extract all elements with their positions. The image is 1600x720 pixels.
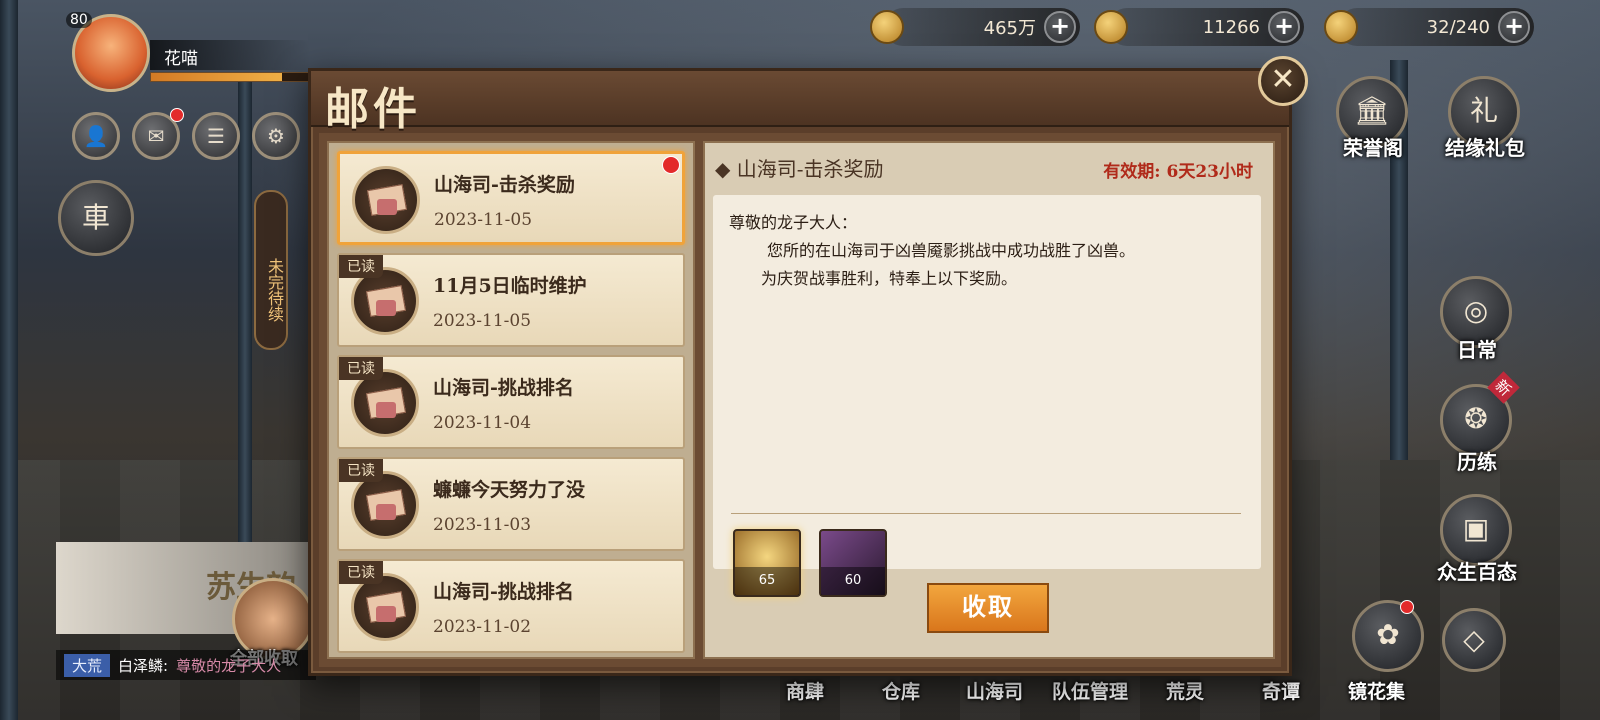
mail-item-date: 2023-11-05 bbox=[434, 210, 533, 230]
expiry-label: 有效期: bbox=[1103, 162, 1161, 182]
reward-gold-token-icon[interactable]: 65 bbox=[733, 529, 801, 597]
settings-button[interactable]: ⚙ bbox=[252, 112, 300, 160]
chat-sender: 白泽鳞: bbox=[118, 656, 169, 675]
jade-resource: 11266 + bbox=[1094, 8, 1304, 46]
read-tag: 已读 bbox=[339, 561, 383, 584]
pending-lock-panel: 未完待续 bbox=[254, 190, 288, 350]
mail-item-date: 2023-11-02 bbox=[433, 617, 532, 637]
jade-icon bbox=[1094, 10, 1128, 44]
training-label: 历练 bbox=[1457, 450, 1497, 474]
reward-gauntlet-icon[interactable]: 60 bbox=[819, 529, 887, 597]
mail-item-subject: 山海司-挑战排名 bbox=[433, 581, 574, 603]
mail-item-date: 2023-11-03 bbox=[433, 515, 532, 535]
mail-item[interactable]: 已读 山海司-挑战排名 2023-11-04 bbox=[337, 355, 685, 449]
coin-icon bbox=[870, 10, 904, 44]
nav-mirror[interactable]: 镜花集 bbox=[1348, 677, 1405, 704]
player-level: 80 bbox=[66, 12, 92, 28]
mail-notification-dot bbox=[170, 108, 184, 122]
nav-tales[interactable]: 奇谭 bbox=[1262, 677, 1300, 704]
exp-bar bbox=[150, 72, 320, 82]
detail-expiry: 有效期: 6天23小时 bbox=[1103, 157, 1253, 182]
mail-item[interactable]: 山海司-击杀奖励 2023-11-05 bbox=[337, 151, 685, 245]
mail-content: 尊敬的龙子大人： 您所的在山海司于凶兽魇影挑战中成功战胜了凶兽。 为庆贺战事胜利… bbox=[713, 195, 1261, 597]
mail-item-subject: 山海司-击杀奖励 bbox=[434, 174, 575, 196]
coin-value: 465万 bbox=[983, 18, 1036, 39]
expiry-value: 6天23小时 bbox=[1166, 162, 1254, 182]
reward-count: 65 bbox=[735, 567, 799, 595]
mail-line: 为庆贺战事胜利，特奉上以下奖励。 bbox=[761, 269, 1018, 288]
extra-menu-button[interactable]: ◇ bbox=[1442, 608, 1506, 672]
car-button[interactable]: 車 bbox=[58, 180, 134, 256]
add-jade-button[interactable]: + bbox=[1268, 11, 1300, 43]
mirror-notification-dot bbox=[1400, 600, 1414, 614]
mail-line: 您所的在山海司于凶兽魇影挑战中成功战胜了凶兽。 bbox=[767, 241, 1136, 260]
mail-item-date: 2023-11-04 bbox=[433, 413, 532, 433]
mail-item-subject: 11月5日临时维护 bbox=[433, 275, 587, 297]
gift-pack-label: 结缘礼包 bbox=[1445, 136, 1525, 160]
mail-item-subject: 山海司-挑战排名 bbox=[433, 377, 574, 399]
mail-dialog: 邮件 山海司-击杀奖励 2023-11-05 已读 11月5日临时维护 2023… bbox=[308, 68, 1292, 676]
honor-hall-label: 荣誉阁 bbox=[1343, 136, 1403, 160]
stamina-resource: 32/240 + bbox=[1324, 8, 1534, 46]
claim-button[interactable]: 收取 bbox=[927, 583, 1049, 633]
friends-button[interactable]: 👤 bbox=[72, 112, 120, 160]
add-coin-button[interactable]: + bbox=[1044, 11, 1076, 43]
jade-value: 11266 bbox=[1202, 16, 1260, 38]
envelope-icon bbox=[352, 166, 420, 234]
chat-message: 尊敬的龙子大人 bbox=[176, 656, 282, 675]
nav-warehouse[interactable]: 仓库 bbox=[882, 677, 920, 704]
player-name: 花喵 bbox=[150, 40, 310, 70]
unread-dot bbox=[662, 156, 680, 174]
pending-label: 未完待续 bbox=[265, 258, 284, 322]
detail-subject: ◆ 山海司-击杀奖励 bbox=[715, 157, 884, 181]
stamina-icon bbox=[1324, 10, 1358, 44]
stamina-value: 32/240 bbox=[1426, 16, 1490, 38]
people-label: 众生百态 bbox=[1437, 560, 1517, 584]
reward-count: 60 bbox=[821, 567, 885, 595]
mail-title: 邮件 bbox=[325, 84, 421, 135]
read-tag: 已读 bbox=[339, 357, 383, 380]
mail-detail: ◆ 山海司-击杀奖励 有效期: 6天23小时 尊敬的龙子大人： 您所的在山海司于… bbox=[703, 141, 1275, 659]
chat-bar[interactable]: 大荒 白泽鳞: 尊敬的龙子大人 bbox=[56, 650, 316, 680]
content-divider bbox=[731, 513, 1241, 514]
mail-item[interactable]: 已读 11月5日临时维护 2023-11-05 bbox=[337, 253, 685, 347]
read-tag: 已读 bbox=[339, 255, 383, 278]
chat-channel: 大荒 bbox=[64, 653, 111, 677]
mail-list[interactable]: 山海司-击杀奖励 2023-11-05 已读 11月5日临时维护 2023-11… bbox=[327, 141, 695, 659]
scene-pillar bbox=[0, 0, 18, 720]
read-tag: 已读 bbox=[339, 459, 383, 482]
daily-label: 日常 bbox=[1457, 338, 1497, 362]
mail-dialog-body: 山海司-击杀奖励 2023-11-05 已读 11月5日临时维护 2023-11… bbox=[319, 133, 1281, 667]
nav-team[interactable]: 队伍管理 bbox=[1052, 677, 1128, 704]
scene-pillar bbox=[238, 80, 252, 550]
nav-spirits[interactable]: 荒灵 bbox=[1166, 677, 1204, 704]
coin-resource: 465万 + bbox=[870, 8, 1080, 46]
mail-greeting: 尊敬的龙子大人： bbox=[729, 213, 858, 232]
nav-shop[interactable]: 商肆 bbox=[786, 677, 824, 704]
mail-item[interactable]: 已读 山海司-挑战排名 2023-11-02 bbox=[337, 559, 685, 653]
add-stamina-button[interactable]: + bbox=[1498, 11, 1530, 43]
close-icon[interactable]: ✕ bbox=[1258, 56, 1308, 106]
mail-item[interactable]: 已读 蠊蠊今天努力了没 2023-11-03 bbox=[337, 457, 685, 551]
nav-shanhaisi[interactable]: 山海司 bbox=[966, 677, 1023, 704]
mail-dialog-header: 邮件 bbox=[311, 71, 1289, 135]
mirror-button[interactable]: ✿ bbox=[1352, 600, 1424, 672]
tasks-button[interactable]: ☰ bbox=[192, 112, 240, 160]
mail-item-subject: 蠊蠊今天努力了没 bbox=[433, 479, 586, 501]
mail-item-date: 2023-11-05 bbox=[433, 311, 532, 331]
